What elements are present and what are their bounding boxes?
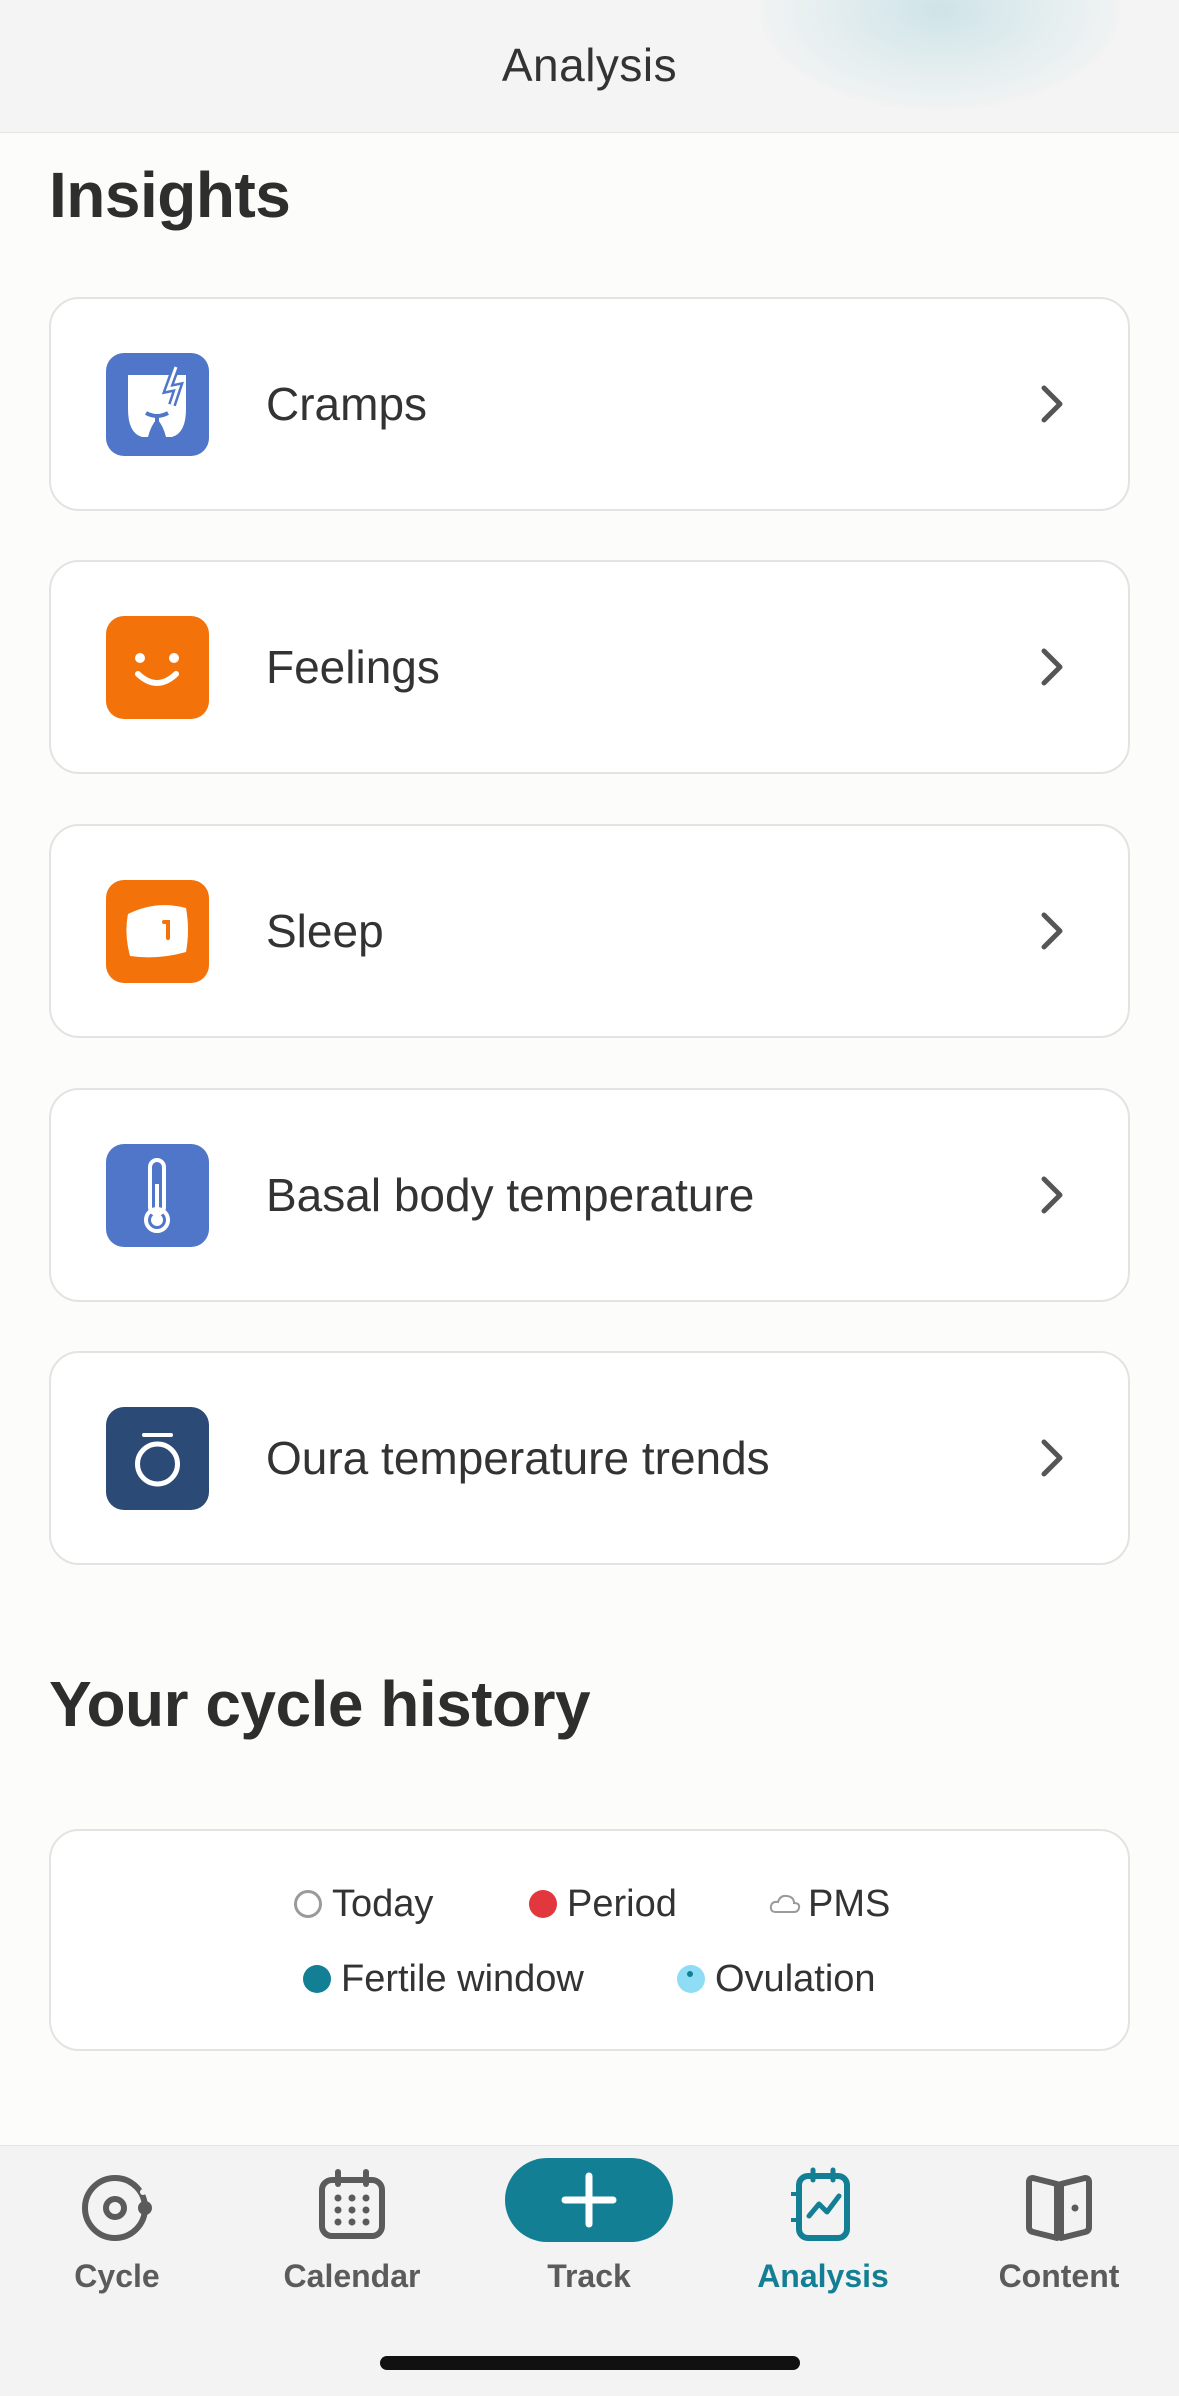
- nav-label: Track: [547, 2258, 631, 2294]
- insight-label: Feelings: [266, 641, 440, 693]
- nav-calendar[interactable]: Calendar: [252, 2166, 452, 2295]
- cycle-icon: [82, 2175, 152, 2241]
- chevron-right-icon: [1026, 905, 1078, 957]
- insight-card-sleep[interactable]: Sleep: [49, 824, 1130, 1038]
- analysis-screen: Analysis Insights Cramps Feelings Sleep …: [0, 0, 1179, 2396]
- legend-label: Today: [332, 1882, 434, 1925]
- thermometer-icon: [106, 1144, 209, 1247]
- top-bar: Analysis: [0, 0, 1179, 133]
- chevron-right-icon: [1026, 1169, 1078, 1221]
- insight-card-feelings[interactable]: Feelings: [49, 560, 1130, 774]
- nav-label: Analysis: [757, 2258, 889, 2294]
- legend-pms: PMS: [768, 1879, 890, 1929]
- insight-card-cramps[interactable]: Cramps: [49, 297, 1130, 511]
- insights-heading: Insights: [49, 159, 291, 231]
- chevron-right-icon: [1026, 641, 1078, 693]
- insight-label: Oura temperature trends: [266, 1432, 770, 1484]
- insight-label: Sleep: [266, 905, 384, 957]
- plus-icon: [561, 2172, 617, 2228]
- legend-period: Period: [529, 1879, 677, 1929]
- legend-label: PMS: [808, 1882, 891, 1925]
- analysis-icon: [791, 2167, 850, 2241]
- nav-label: Cycle: [74, 2258, 160, 2294]
- cramps-icon: [106, 353, 209, 456]
- insight-card-oura-temperature-trends[interactable]: Oura temperature trends: [49, 1351, 1130, 1565]
- cloud-icon: [769, 1894, 801, 1913]
- fertile-dot-icon: [303, 1965, 331, 1993]
- ovulation-dot-icon: [677, 1965, 705, 1993]
- calendar-icon: [319, 2169, 385, 2239]
- page-title: Analysis: [501, 39, 678, 91]
- cycle-history-legend: Today Period PMS Fertile window Ovulatio…: [49, 1829, 1130, 2051]
- legend-today: Today: [294, 1879, 433, 1929]
- track-add-button[interactable]: [505, 2158, 673, 2242]
- legend-label: Fertile window: [341, 1957, 584, 2000]
- nav-label: Calendar: [283, 2258, 421, 2294]
- chevron-right-icon: [1026, 378, 1078, 430]
- book-icon: [1026, 2175, 1092, 2241]
- smile-icon: [106, 616, 209, 719]
- nav-cycle[interactable]: Cycle: [17, 2166, 217, 2295]
- nav-content[interactable]: Content: [959, 2166, 1159, 2295]
- nav-label: Content: [998, 2258, 1120, 2294]
- chevron-right-icon: [1026, 1432, 1078, 1484]
- insight-label: Basal body temperature: [266, 1169, 755, 1221]
- today-marker-icon: [294, 1890, 322, 1918]
- nav-track[interactable]: Track: [489, 2146, 689, 2295]
- insight-label: Cramps: [266, 378, 428, 430]
- cycle-history-heading: Your cycle history: [49, 1668, 591, 1740]
- home-indicator: [380, 2356, 800, 2370]
- insight-card-basal-body-temperature[interactable]: Basal body temperature: [49, 1088, 1130, 1302]
- legend-ovulation: Ovulation: [677, 1954, 876, 2004]
- nav-analysis[interactable]: Analysis: [723, 2166, 923, 2295]
- legend-label: Ovulation: [715, 1957, 876, 2000]
- period-dot-icon: [529, 1890, 557, 1918]
- pillow-icon: [106, 880, 209, 983]
- oura-ring-icon: [106, 1407, 209, 1510]
- legend-fertile-window: Fertile window: [303, 1954, 584, 2004]
- legend-label: Period: [567, 1882, 677, 1925]
